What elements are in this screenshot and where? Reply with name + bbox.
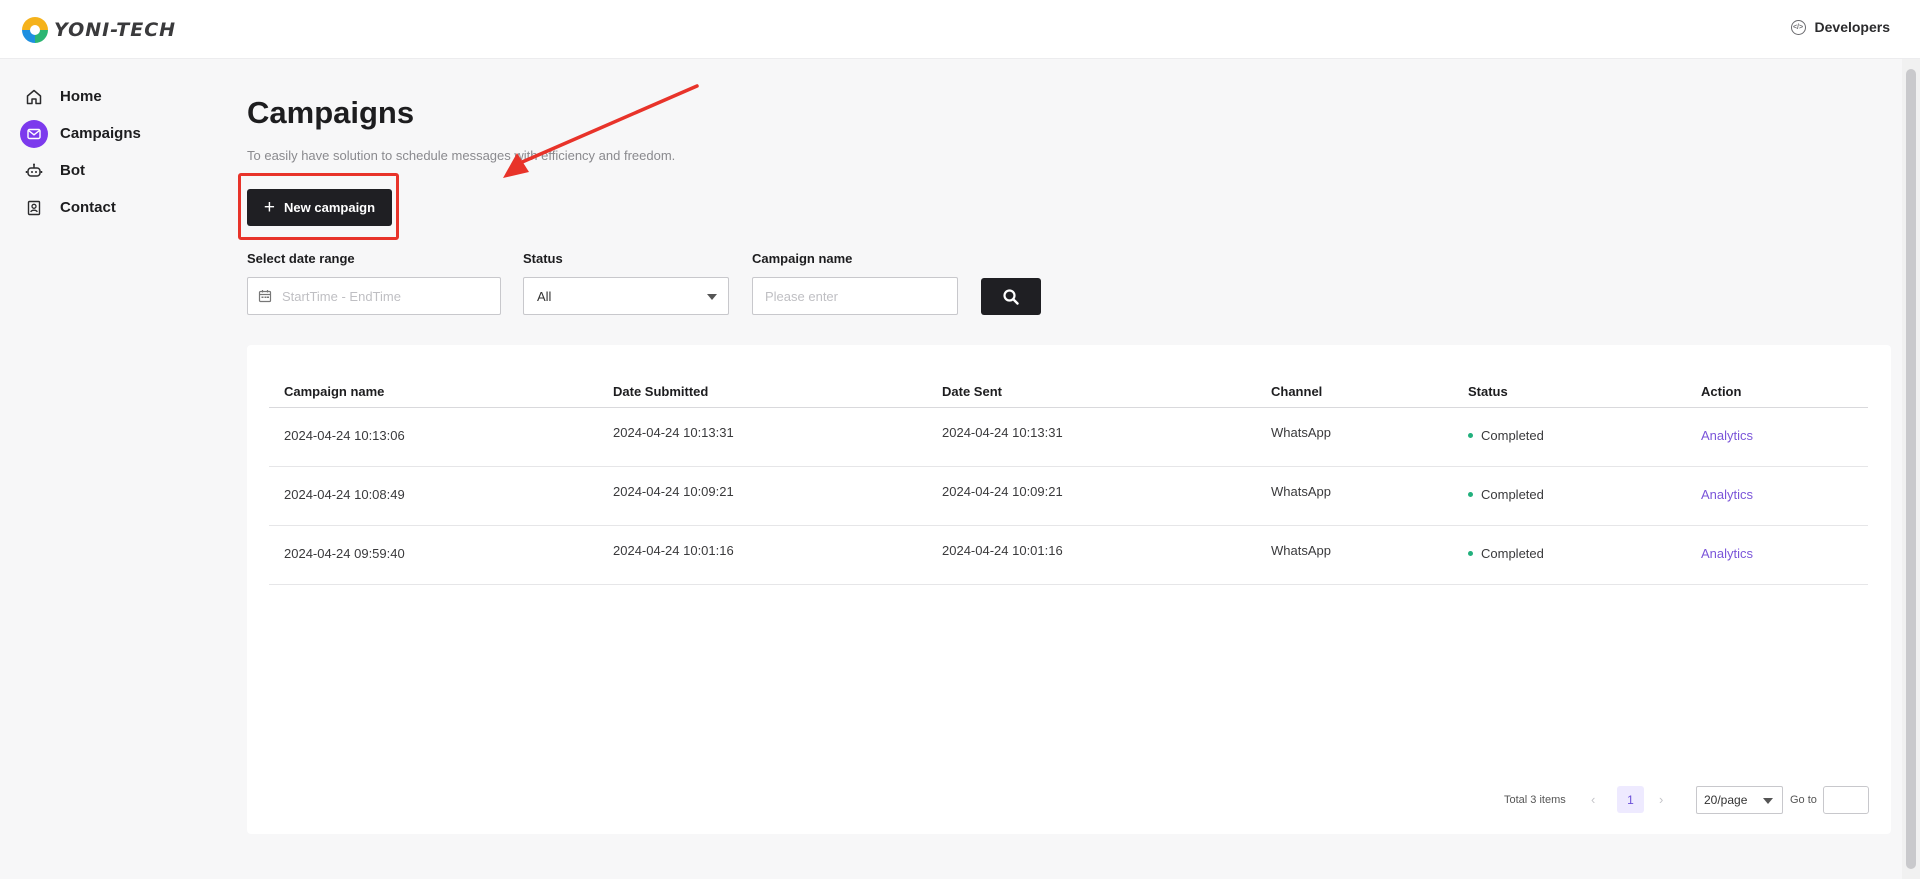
table-row: 2024-04-24 09:59:40 2024-04-24 10:01:16 … bbox=[269, 526, 1868, 585]
sidebar: Home Campaigns Bot Contact bbox=[20, 78, 220, 226]
sidebar-item-label: Bot bbox=[60, 162, 85, 179]
pagination: Total 3 items ‹ 1 › 20/page Go to bbox=[247, 785, 1891, 815]
date-range-picker[interactable]: StartTime - EndTime bbox=[247, 277, 501, 315]
code-icon: </> bbox=[1790, 19, 1806, 35]
status-dot-icon bbox=[1468, 551, 1473, 557]
sidebar-item-label: Contact bbox=[60, 199, 116, 216]
status-text: Completed bbox=[1481, 487, 1544, 502]
contact-icon bbox=[20, 194, 48, 222]
channel-cell: WhatsApp bbox=[1271, 484, 1331, 499]
sidebar-item-contact[interactable]: Contact bbox=[20, 189, 220, 226]
plus-icon: + bbox=[263, 197, 276, 218]
chevron-down-icon bbox=[707, 294, 717, 300]
page-number-button[interactable]: 1 bbox=[1617, 786, 1644, 813]
status-cell: Completed bbox=[1468, 487, 1544, 502]
page-title: Campaigns bbox=[247, 95, 415, 130]
table-header: Campaign name Date Submitted Date Sent C… bbox=[269, 367, 1868, 408]
channel-cell: WhatsApp bbox=[1271, 543, 1331, 558]
annotation-arrow-icon bbox=[503, 84, 699, 178]
campaigns-table-card: Campaign name Date Submitted Date Sent C… bbox=[247, 345, 1891, 834]
status-select-value: All bbox=[537, 288, 552, 304]
logo-mark-icon bbox=[22, 17, 48, 43]
status-dot-icon bbox=[1468, 492, 1473, 498]
chevron-left-icon[interactable]: ‹ bbox=[1591, 792, 1595, 807]
page-subtitle: To easily have solution to schedule mess… bbox=[247, 148, 676, 163]
date-sent-cell: 2024-04-24 10:01:16 bbox=[942, 543, 1063, 558]
date-range-placeholder: StartTime - EndTime bbox=[282, 288, 401, 304]
column-header: Date Submitted bbox=[613, 384, 709, 399]
search-icon bbox=[1003, 288, 1019, 305]
mail-icon bbox=[20, 119, 48, 148]
page-size-value: 20/page bbox=[1704, 793, 1748, 807]
top-bar: YONI-TECH </> Developers bbox=[0, 0, 1920, 59]
campaign-name-cell: 2024-04-24 10:08:49 bbox=[284, 487, 405, 502]
date-sent-cell: 2024-04-24 10:09:21 bbox=[942, 484, 1063, 499]
column-header: Status bbox=[1468, 384, 1508, 399]
home-icon bbox=[20, 83, 48, 111]
column-header: Date Sent bbox=[942, 384, 1002, 399]
brand-logo[interactable]: YONI-TECH bbox=[22, 17, 176, 43]
total-items-text: Total 3 items bbox=[1504, 794, 1566, 806]
page-size-select[interactable]: 20/page bbox=[1696, 786, 1783, 814]
calendar-icon bbox=[258, 290, 272, 303]
analytics-link[interactable]: Analytics bbox=[1701, 546, 1753, 561]
sidebar-item-home[interactable]: Home bbox=[20, 78, 220, 115]
vertical-scrollbar[interactable] bbox=[1902, 59, 1920, 879]
goto-label: Go to bbox=[1790, 794, 1817, 806]
developers-link[interactable]: </> Developers bbox=[1790, 19, 1890, 35]
status-text: Completed bbox=[1481, 546, 1544, 561]
column-header: Channel bbox=[1271, 384, 1323, 399]
campaign-name-cell: 2024-04-24 09:59:40 bbox=[284, 546, 405, 561]
status-cell: Completed bbox=[1468, 546, 1544, 561]
campaign-name-placeholder: Please enter bbox=[765, 288, 838, 304]
new-campaign-label: New campaign bbox=[284, 200, 376, 215]
table-row: 2024-04-24 10:08:49 2024-04-24 10:09:21 … bbox=[269, 467, 1868, 526]
chevron-down-icon bbox=[1763, 798, 1773, 804]
status-cell: Completed bbox=[1468, 428, 1544, 443]
search-button[interactable] bbox=[981, 278, 1041, 315]
developers-label: Developers bbox=[1814, 19, 1890, 35]
sidebar-item-label: Campaigns bbox=[60, 125, 141, 142]
status-dot-icon bbox=[1468, 433, 1473, 439]
campaign-name-cell: 2024-04-24 10:13:06 bbox=[284, 428, 405, 443]
table-row: 2024-04-24 10:13:06 2024-04-24 10:13:31 … bbox=[269, 408, 1868, 467]
column-header: Action bbox=[1701, 384, 1742, 399]
analytics-link[interactable]: Analytics bbox=[1701, 487, 1753, 502]
campaign-name-label: Campaign name bbox=[752, 251, 853, 266]
brand-name: YONI-TECH bbox=[54, 19, 177, 41]
date-range-label: Select date range bbox=[247, 251, 355, 266]
campaign-name-input[interactable]: Please enter bbox=[752, 277, 958, 315]
date-sent-cell: 2024-04-24 10:13:31 bbox=[942, 425, 1063, 440]
date-submitted-cell: 2024-04-24 10:01:16 bbox=[613, 543, 734, 558]
chevron-right-icon[interactable]: › bbox=[1659, 792, 1663, 807]
robot-icon bbox=[20, 157, 48, 185]
date-submitted-cell: 2024-04-24 10:09:21 bbox=[613, 484, 734, 499]
date-submitted-cell: 2024-04-24 10:13:31 bbox=[613, 425, 734, 440]
sidebar-item-label: Home bbox=[60, 88, 102, 105]
sidebar-item-campaigns[interactable]: Campaigns bbox=[20, 115, 220, 152]
sidebar-item-bot[interactable]: Bot bbox=[20, 152, 220, 189]
new-campaign-button[interactable]: + New campaign bbox=[247, 189, 392, 226]
status-label: Status bbox=[523, 251, 563, 266]
status-select[interactable]: All bbox=[523, 277, 729, 315]
column-header: Campaign name bbox=[284, 384, 385, 399]
campaigns-table: Campaign name Date Submitted Date Sent C… bbox=[269, 367, 1868, 585]
scrollbar-thumb[interactable] bbox=[1906, 69, 1916, 869]
analytics-link[interactable]: Analytics bbox=[1701, 428, 1753, 443]
channel-cell: WhatsApp bbox=[1271, 425, 1331, 440]
goto-page-input[interactable] bbox=[1823, 786, 1869, 814]
status-text: Completed bbox=[1481, 428, 1544, 443]
